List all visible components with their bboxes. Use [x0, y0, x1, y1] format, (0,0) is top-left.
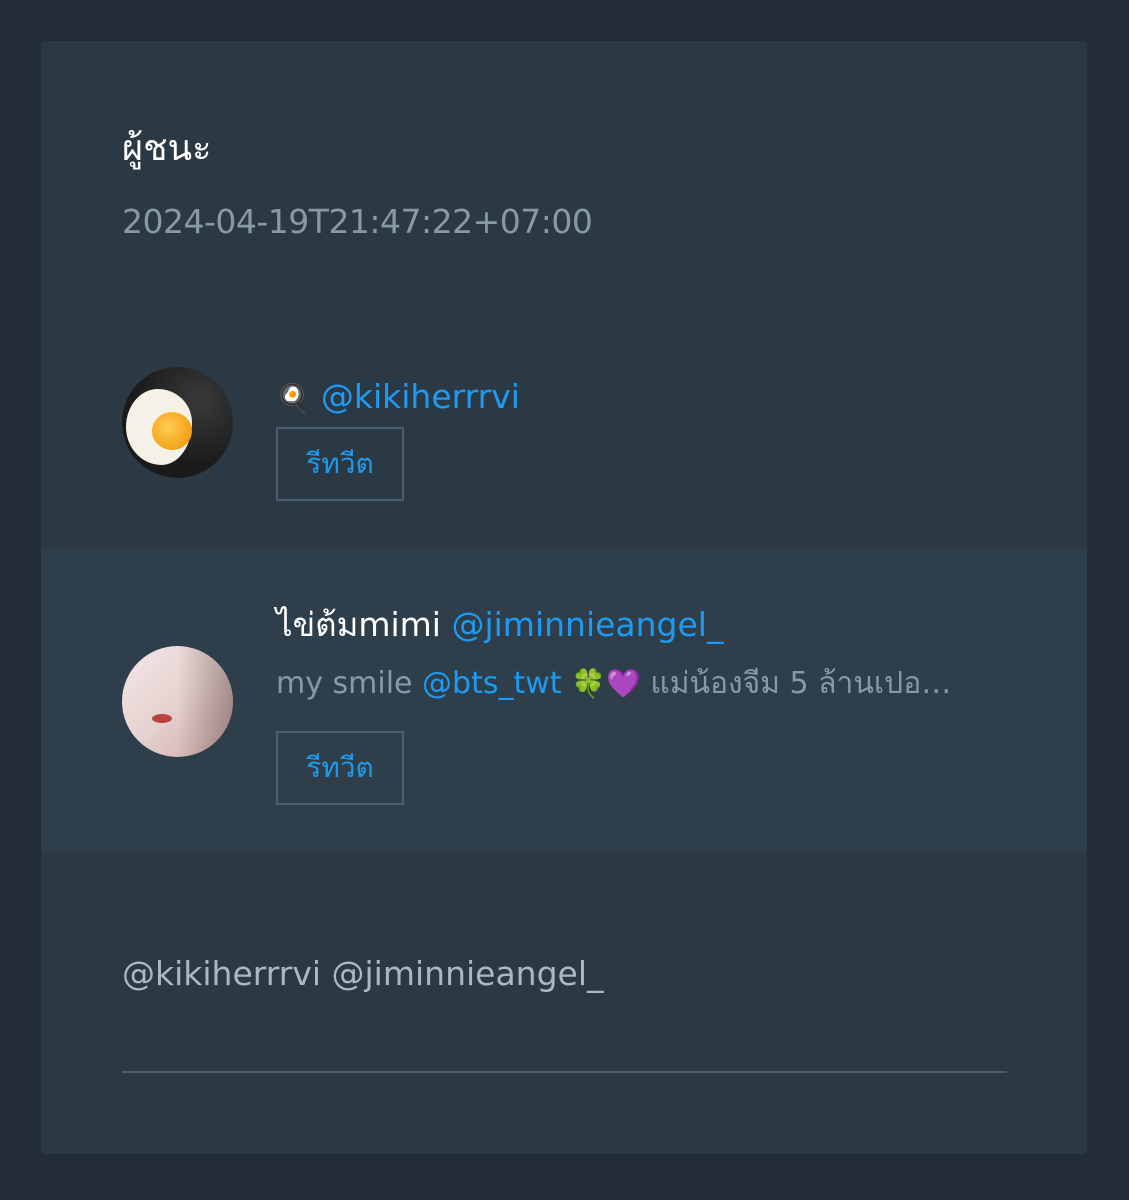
- face-lip-shape: [152, 714, 172, 723]
- winner-row: ไข่ต้มmimi @jiminnieangel_ my smile @bts…: [41, 548, 1087, 853]
- bio-text-rest: แม่น้องจีม 5 ล้านเปอ…: [650, 666, 952, 701]
- retweet-button[interactable]: รีทวีต: [276, 427, 404, 501]
- timestamp: 2024-04-19T21:47:22+07:00: [122, 202, 593, 241]
- card-title: ผู้ชนะ: [122, 128, 212, 169]
- avatar[interactable]: [122, 646, 233, 757]
- user-name-line: 🍳 @kikiherrrvi: [276, 377, 520, 416]
- user-display-name: ไข่ต้มmimi: [276, 605, 441, 644]
- winner-row: 🍳 @kikiherrrvi รีทวีต: [41, 329, 1087, 548]
- user-bio: my smile @bts_twt 🍀💜 แม่น้องจีม 5 ล้านเป…: [276, 660, 1006, 707]
- face-shade-shape: [178, 646, 233, 757]
- divider: [122, 1071, 1007, 1073]
- egg-yolk-shape: [152, 412, 192, 450]
- clover-heart-icon: 🍀💜: [571, 667, 641, 700]
- user-name-line: ไข่ต้มmimi @jiminnieangel_: [276, 598, 723, 651]
- mentions-text: @kikiherrrvi @jiminnieangel_: [122, 954, 604, 993]
- bio-mention-link[interactable]: @bts_twt: [422, 666, 562, 701]
- avatar[interactable]: [122, 367, 233, 478]
- bio-text: my smile: [276, 666, 413, 701]
- winners-card: ผู้ชนะ 2024-04-19T21:47:22+07:00 🍳 @kikih…: [41, 41, 1087, 1154]
- user-handle-link[interactable]: @kikiherrrvi: [321, 377, 520, 416]
- frying-pan-icon: 🍳: [276, 382, 311, 415]
- retweet-button[interactable]: รีทวีต: [276, 731, 404, 805]
- user-handle-link[interactable]: @jiminnieangel_: [451, 605, 723, 644]
